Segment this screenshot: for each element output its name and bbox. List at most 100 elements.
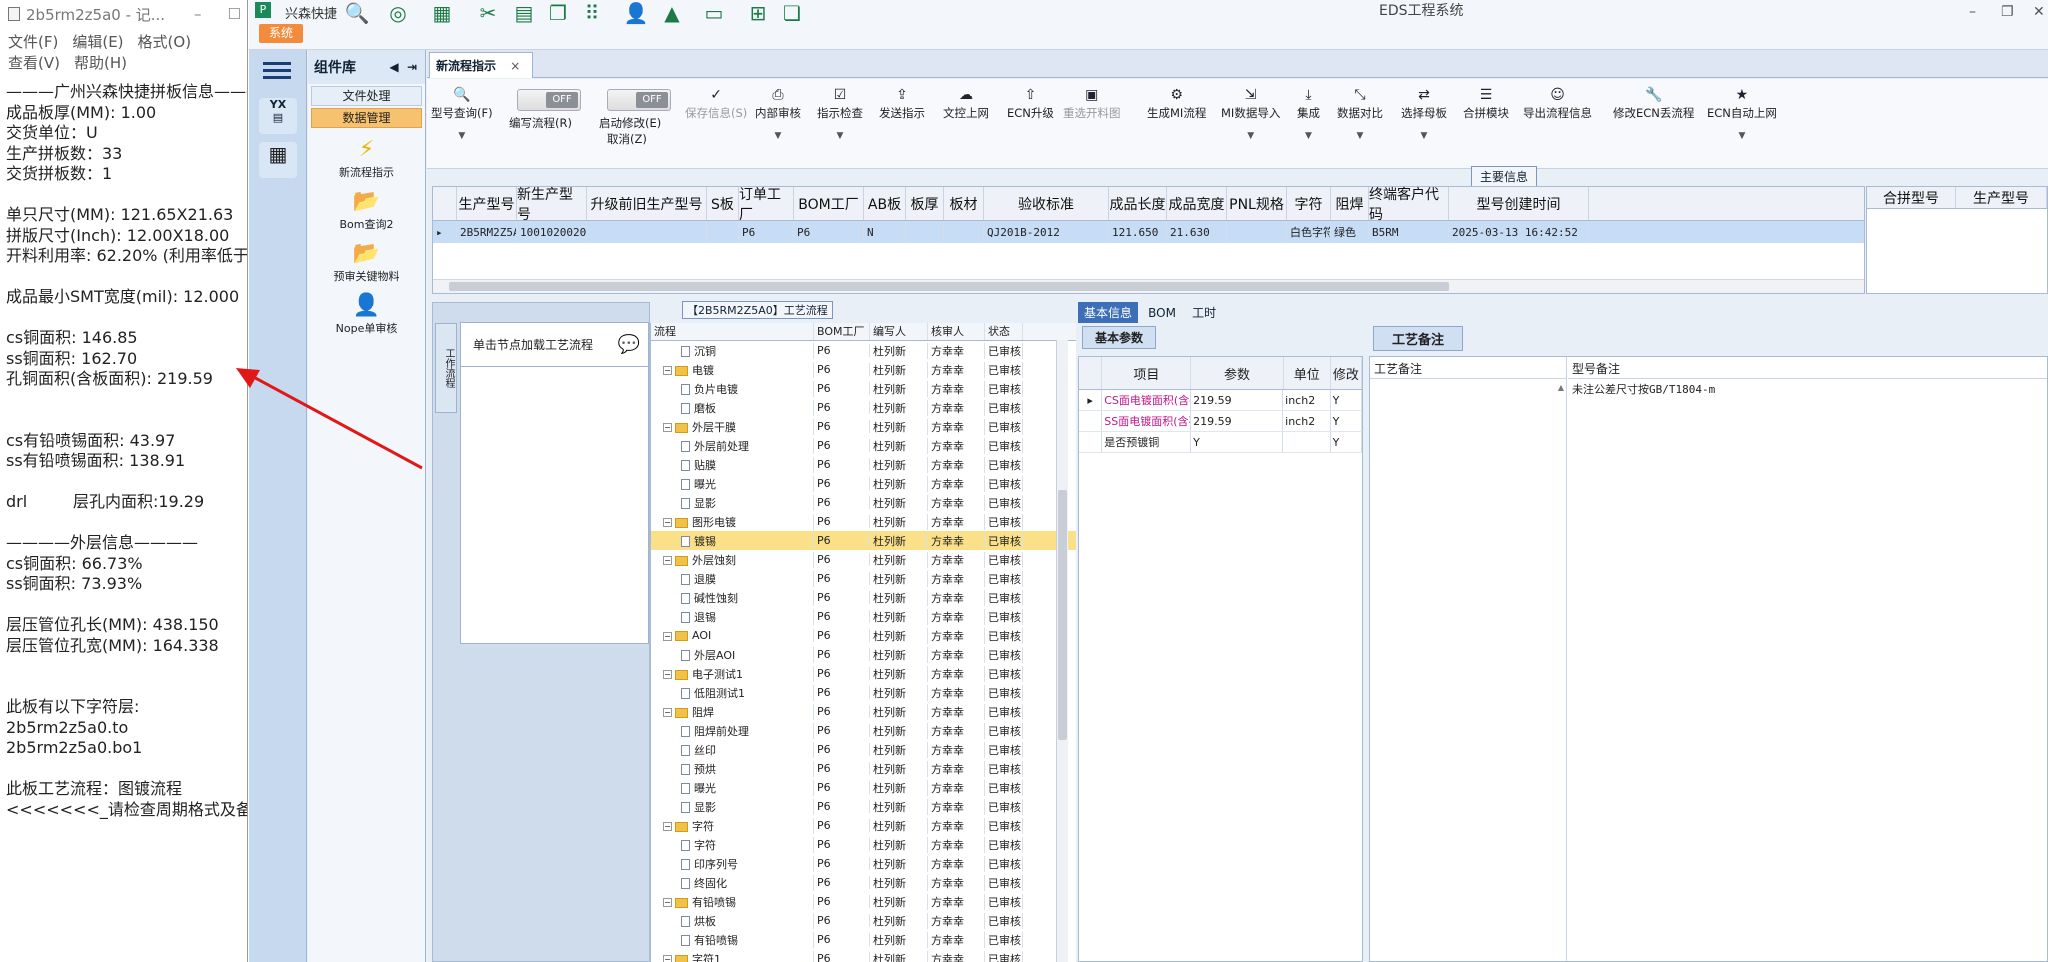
lifebuoy-icon[interactable]: ◎ <box>385 0 411 26</box>
lib-item-bom[interactable]: 📂 Bom查询2 <box>308 188 425 232</box>
tree-col-header[interactable]: 编写人 <box>870 323 928 340</box>
param-value[interactable]: Y <box>1191 432 1284 452</box>
start-modify-toggle[interactable]: OFF <box>607 89 671 111</box>
col-header[interactable]: 成品宽度 <box>1167 187 1227 220</box>
tree-row[interactable]: − 外层蚀刻 P6 杜列新 方幸幸 已审核 <box>651 550 1076 569</box>
tree-row[interactable]: 字符 P6 杜列新 方幸幸 已审核 <box>651 835 1076 854</box>
scroll-up-icon[interactable]: ▲ <box>1558 383 1564 392</box>
param-row[interactable]: SS面电镀面积(含孔)219.59inch2Y <box>1079 411 1362 432</box>
gen-mi-button[interactable]: ⚙ 生成MI流程 <box>1147 85 1206 121</box>
tree-row[interactable]: 低阻测试1 P6 杜列新 方幸幸 已审核 <box>651 683 1076 702</box>
param-row[interactable]: 是否预镀铜 Y Y <box>1079 432 1362 453</box>
merge-module-button[interactable]: ☰ 合拼模块 <box>1463 85 1509 121</box>
tree-row[interactable]: 显影 P6 杜列新 方幸幸 已审核 <box>651 493 1076 512</box>
col-header[interactable]: 板厚 <box>906 187 944 220</box>
tree-row[interactable]: − 字符1 P6 杜列新 方幸幸 已审核 <box>651 949 1076 962</box>
tab-close-icon[interactable]: × <box>510 59 520 73</box>
chat-icon[interactable]: 💬 <box>618 334 640 355</box>
col-header[interactable]: 板材 <box>944 187 984 220</box>
tree-row[interactable]: 碱性蚀刻 P6 杜列新 方幸幸 已审核 <box>651 588 1076 607</box>
integrate-button[interactable]: ⤓ 集成 ▼ <box>1297 85 1320 141</box>
tree-row[interactable]: 烘板 P6 杜列新 方幸幸 已审核 <box>651 911 1076 930</box>
group-file[interactable]: 文件处理 <box>311 86 422 106</box>
cell[interactable] <box>587 221 707 243</box>
tree-row[interactable]: − 阻焊 P6 杜列新 方幸幸 已审核 <box>651 702 1076 721</box>
group-data[interactable]: 数据管理 <box>311 108 422 128</box>
col-header[interactable]: S板 <box>707 187 739 220</box>
col-header[interactable]: 订单工厂 <box>739 187 794 223</box>
ecn-upgrade-button[interactable]: ⇧ ECN升级 <box>1007 85 1054 121</box>
param-row[interactable]: ▸CS面电镀面积(含孔)219.59inch2Y <box>1079 390 1362 411</box>
tree-col-header[interactable]: BOM工厂 <box>814 323 870 340</box>
compare-button[interactable]: ⤡ 数据对比 ▼ <box>1337 85 1383 141</box>
tree-row[interactable]: 负片电镀 P6 杜列新 方幸幸 已审核 <box>651 379 1076 398</box>
cell[interactable] <box>944 221 984 243</box>
internal-review-button[interactable]: ⎙ 内部审核 ▼ <box>755 85 801 141</box>
tree-row[interactable]: 外层前处理 P6 杜列新 方幸幸 已审核 <box>651 436 1076 455</box>
search-icon[interactable]: 🔍 <box>344 0 370 26</box>
param-value[interactable]: 219.59 <box>1191 390 1284 410</box>
col-header[interactable]: PNL规格 <box>1227 187 1287 220</box>
param-value[interactable]: 219.59 <box>1191 411 1284 431</box>
tree-row[interactable]: − 字符 P6 杜列新 方幸幸 已审核 <box>651 816 1076 835</box>
tree-row[interactable]: 终固化 P6 杜列新 方幸幸 已审核 <box>651 873 1076 892</box>
col-header[interactable]: 新生产型号 <box>517 187 587 223</box>
mi-import-button[interactable]: ⇲ MI数据导入 ▼ <box>1221 85 1280 141</box>
cell[interactable]: 2B5RM2Z5A0 <box>457 221 517 243</box>
scissors-icon[interactable]: ✂ <box>475 0 501 26</box>
cell[interactable]: 2025-03-13 16:42:52 <box>1449 221 1589 243</box>
collapse-icon[interactable]: − <box>663 556 672 565</box>
cell[interactable]: B5RM <box>1369 221 1449 243</box>
cell[interactable]: P6 <box>739 221 794 243</box>
col-header[interactable]: 生产型号 <box>457 187 517 220</box>
table-row[interactable]: ▸2B5RM2Z5A010010200201008P6P6NQJ201B-201… <box>433 221 1864 243</box>
edit-flow-toggle[interactable]: OFF <box>517 89 581 111</box>
tree-row[interactable]: 丝印 P6 杜列新 方幸幸 已审核 <box>651 740 1076 759</box>
yx-module-icon[interactable]: YX ▤ <box>259 98 297 134</box>
tree-row[interactable]: 阻焊前处理 P6 杜列新 方幸幸 已审核 <box>651 721 1076 740</box>
cancel-modify-label[interactable]: 取消(Z) <box>607 131 647 147</box>
collapse-icon[interactable]: − <box>663 708 672 717</box>
collapse-icon[interactable]: − <box>663 366 672 375</box>
cell[interactable]: 21.630 <box>1167 221 1227 243</box>
tree-row[interactable]: 退膜 P6 杜列新 方幸幸 已审核 <box>651 569 1076 588</box>
col-header[interactable]: BOM工厂 <box>794 187 864 220</box>
cell[interactable]: P6 <box>794 221 864 243</box>
tree-row[interactable]: 印序列号 P6 杜列新 方幸幸 已审核 <box>651 854 1076 873</box>
col-header[interactable]: 型号创建时间 <box>1449 187 1589 220</box>
tree-row[interactable]: − 电子测试1 P6 杜列新 方幸幸 已审核 <box>651 664 1076 683</box>
tree-scrollbar[interactable] <box>1056 340 1068 962</box>
restore-icon[interactable]: ❐ <box>2001 4 2014 20</box>
collapse-icon[interactable]: − <box>663 670 672 679</box>
select-master-button[interactable]: ⇄ 选择母板 ▼ <box>1401 85 1447 141</box>
cell[interactable]: QJ201B-2012 <box>984 221 1109 243</box>
chart-icon[interactable]: ▲ <box>659 0 685 26</box>
minimize-icon[interactable]: – <box>1969 4 1976 20</box>
col-header[interactable]: 阻焊 <box>1331 187 1369 220</box>
windows-icon[interactable]: ⊞ <box>745 0 771 26</box>
tree-row[interactable]: 外层AOI P6 杜列新 方幸幸 已审核 <box>651 645 1076 664</box>
tab-basic-info[interactable]: 基本信息 <box>1078 302 1139 323</box>
col-header[interactable]: 验收标准 <box>984 187 1109 220</box>
notepad-menu-item[interactable]: 文件(F) <box>8 32 58 53</box>
tab-bom[interactable]: BOM <box>1142 304 1182 322</box>
copy-icon[interactable]: ❐ <box>545 0 571 26</box>
workflow-side-tab[interactable]: 工作流程 <box>435 323 457 413</box>
notepad-menu-item[interactable]: 编辑(E) <box>72 32 123 53</box>
tab-new-flow[interactable]: 新流程指示 × <box>429 52 533 78</box>
col-header[interactable]: 成品长度 <box>1109 187 1167 220</box>
menu-icon[interactable] <box>263 58 291 80</box>
cell[interactable]: 10010200201008 <box>517 221 587 243</box>
export-flow-button[interactable]: ☺ 导出流程信息 <box>1523 85 1592 121</box>
monitor-icon[interactable]: ▭ <box>701 0 727 26</box>
col-header[interactable]: 升级前旧生产型号 <box>587 187 707 220</box>
collapse-icon[interactable]: − <box>663 423 672 432</box>
close-icon[interactable]: ✕ <box>2033 4 2045 20</box>
tree-row[interactable]: − 外层干膜 P6 杜列新 方幸幸 已审核 <box>651 417 1076 436</box>
notepad-menu-item[interactable]: 格式(O) <box>138 32 192 53</box>
horizontal-scrollbar[interactable] <box>433 279 1864 293</box>
collapse-icon[interactable]: − <box>663 955 672 962</box>
notepad-menu-item[interactable]: 帮助(H) <box>74 53 127 74</box>
minimize-icon[interactable]: – <box>194 5 202 23</box>
lib-item-new-flow[interactable]: ⚡ 新流程指示 <box>308 136 425 180</box>
